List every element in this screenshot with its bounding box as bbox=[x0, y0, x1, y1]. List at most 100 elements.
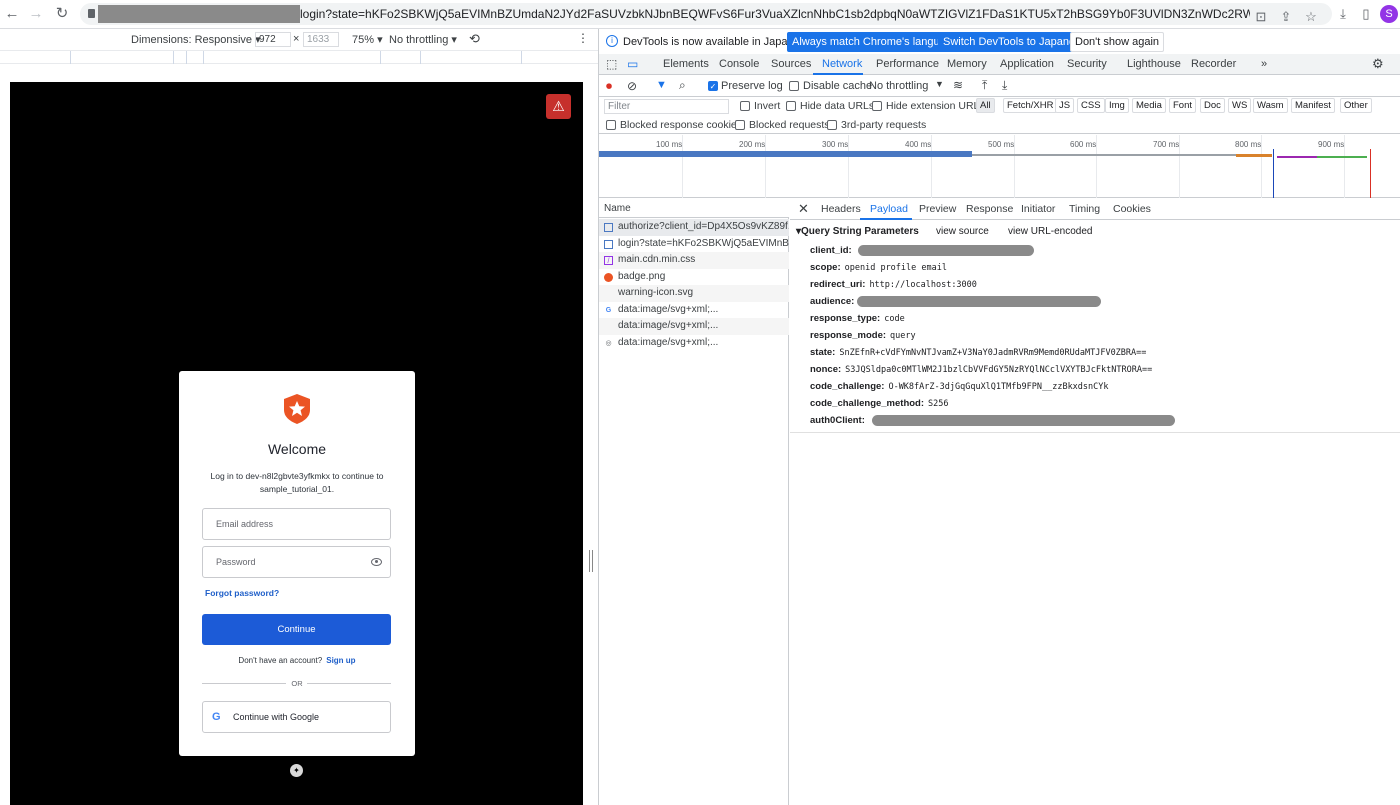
filter-type-media[interactable]: Media bbox=[1132, 98, 1166, 113]
request-row[interactable]: / main.cdn.min.css bbox=[599, 252, 789, 269]
media-query-ruler[interactable] bbox=[0, 50, 598, 65]
sign-up-link[interactable]: Sign up bbox=[326, 656, 355, 665]
download-icon[interactable]: ⤓ bbox=[1334, 5, 1352, 23]
filter-type-js[interactable]: JS bbox=[1055, 98, 1075, 113]
bookmark-star-icon[interactable]: ☆ bbox=[1302, 8, 1320, 26]
hide-extension-urls-checkbox[interactable] bbox=[872, 101, 882, 111]
lock-icon[interactable] bbox=[88, 9, 95, 18]
tab-response[interactable]: Response bbox=[966, 203, 1013, 215]
tab-preview[interactable]: Preview bbox=[919, 203, 956, 215]
always-match-language-button[interactable]: Always match Chrome's language bbox=[787, 32, 963, 52]
request-row[interactable]: ◎ data:image/svg+xml;... bbox=[599, 335, 789, 352]
height-input[interactable]: 1633 bbox=[303, 32, 339, 47]
import-har-icon[interactable]: ⤒ bbox=[982, 78, 987, 93]
disable-cache-checkbox[interactable] bbox=[789, 81, 799, 91]
filter-type-ws[interactable]: WS bbox=[1228, 98, 1252, 113]
translate-icon[interactable]: ⊡ bbox=[1252, 8, 1270, 26]
warning-icon[interactable]: ⚠ bbox=[546, 94, 571, 119]
tab-sources[interactable]: Sources bbox=[771, 58, 811, 70]
tab-timing[interactable]: Timing bbox=[1069, 203, 1100, 215]
tab-security[interactable]: Security bbox=[1067, 58, 1107, 70]
filter-bar-secondary: Blocked response cookies Blocked request… bbox=[599, 116, 1400, 134]
tab-console[interactable]: Console bbox=[719, 58, 759, 70]
record-icon[interactable]: ⏺ bbox=[606, 79, 612, 94]
filter-type-other[interactable]: Other bbox=[1340, 98, 1372, 113]
tab-initiator[interactable]: Initiator bbox=[1021, 203, 1055, 215]
switch-to-japanese-button[interactable]: Switch DevTools to Japanese bbox=[938, 32, 1092, 52]
dont-show-again-button[interactable]: Don't show again bbox=[1070, 32, 1165, 52]
request-row[interactable]: authorize?client_id=Dp4X5Os9vKZ89f... bbox=[599, 219, 789, 236]
network-overview-timeline[interactable]: 100 ms 200 ms 300 ms 400 ms 500 ms 600 m… bbox=[599, 135, 1400, 198]
close-detail-icon[interactable]: ✕ bbox=[798, 201, 809, 217]
network-throttling-select[interactable]: No throttling bbox=[869, 80, 928, 92]
inspect-element-icon[interactable]: ⬚ bbox=[606, 57, 617, 71]
viewport-resize-handle[interactable] bbox=[589, 550, 593, 572]
continue-with-google-button[interactable]: G Continue with Google bbox=[202, 701, 391, 733]
zoom-dropdown[interactable]: 75% ▾ bbox=[352, 33, 383, 46]
share-icon[interactable]: ⇪ bbox=[1277, 8, 1295, 26]
name-column-header[interactable]: Name bbox=[599, 199, 789, 218]
profile-avatar[interactable]: S bbox=[1380, 5, 1398, 23]
request-row[interactable]: G data:image/svg+xml;... bbox=[599, 302, 789, 319]
side-panel-icon[interactable]: ▯ bbox=[1357, 5, 1375, 23]
hide-data-urls-checkbox[interactable] bbox=[786, 101, 796, 111]
tab-performance[interactable]: Performance bbox=[876, 58, 939, 70]
forgot-password-link[interactable]: Forgot password? bbox=[205, 588, 279, 598]
filter-type-wasm[interactable]: Wasm bbox=[1253, 98, 1288, 113]
back-icon[interactable]: ← bbox=[2, 5, 22, 23]
password-field[interactable]: Password bbox=[202, 546, 391, 578]
request-row[interactable]: warning-icon.svg bbox=[599, 285, 789, 302]
more-options-icon[interactable]: ⋮ bbox=[577, 31, 589, 45]
filter-type-fetch-xhr[interactable]: Fetch/XHR bbox=[1003, 98, 1058, 113]
width-input[interactable]: 972 bbox=[255, 32, 291, 47]
tab-recorder[interactable]: Recorder bbox=[1191, 58, 1236, 70]
export-har-icon[interactable]: ⤓ bbox=[1002, 78, 1007, 93]
tab-application[interactable]: Application bbox=[1000, 58, 1054, 70]
filter-type-css[interactable]: CSS bbox=[1077, 98, 1105, 113]
device-toggle-icon[interactable]: ▭ bbox=[627, 57, 638, 71]
url-text[interactable]: login?state=hKFo2SBKWjQ5aEVIMnBZUmdaN2JY… bbox=[300, 7, 1250, 21]
blocked-requests-checkbox[interactable] bbox=[735, 120, 745, 130]
throttling-chevron-down-icon[interactable]: ▼ bbox=[935, 79, 944, 89]
tab-elements[interactable]: Elements bbox=[663, 58, 709, 70]
filter-funnel-icon[interactable]: ▼ bbox=[656, 79, 667, 91]
preserve-log-checkbox[interactable]: ✓ bbox=[708, 81, 718, 91]
param-name: state: bbox=[810, 347, 836, 358]
filter-type-manifest[interactable]: Manifest bbox=[1291, 98, 1335, 113]
tab-payload[interactable]: Payload bbox=[870, 203, 908, 215]
throttling-dropdown[interactable]: No throttling ▾ bbox=[389, 33, 457, 46]
address-bar[interactable]: login?state=hKFo2SBKWjQ5aEVIMnBZUmdaN2JY… bbox=[80, 3, 1332, 25]
third-party-requests-checkbox[interactable] bbox=[827, 120, 837, 130]
auth0-badge-icon[interactable]: ✦ bbox=[290, 764, 303, 777]
tab-memory[interactable]: Memory bbox=[947, 58, 987, 70]
blocked-response-cookies-checkbox[interactable] bbox=[606, 120, 616, 130]
network-conditions-wifi-icon[interactable]: ≋ bbox=[953, 78, 963, 92]
filter-input[interactable]: Filter bbox=[604, 99, 729, 114]
request-row[interactable]: login?state=hKFo2SBKWjQ5aEVIMnBZ... bbox=[599, 236, 789, 253]
tab-cookies[interactable]: Cookies bbox=[1113, 203, 1151, 215]
invert-checkbox[interactable] bbox=[740, 101, 750, 111]
more-tabs-chevron[interactable]: » bbox=[1261, 58, 1267, 70]
request-row[interactable]: badge.png bbox=[599, 269, 789, 286]
clear-icon[interactable]: ⊘ bbox=[627, 79, 637, 93]
dimensions-dropdown[interactable]: Dimensions: Responsive ▾ bbox=[131, 33, 261, 46]
query-string-parameters-header[interactable]: ▾Query String Parameters bbox=[796, 226, 919, 237]
filter-type-all[interactable]: All bbox=[976, 98, 995, 113]
filter-type-doc[interactable]: Doc bbox=[1200, 98, 1225, 113]
view-source-link[interactable]: view source bbox=[936, 226, 989, 237]
filter-type-font[interactable]: Font bbox=[1169, 98, 1197, 113]
reload-icon[interactable]: ↻ bbox=[52, 5, 72, 23]
continue-button[interactable]: Continue bbox=[202, 614, 391, 645]
tab-headers[interactable]: Headers bbox=[821, 203, 861, 215]
email-field[interactable]: Email address bbox=[202, 508, 391, 540]
forward-icon[interactable]: → bbox=[26, 5, 46, 23]
request-row[interactable]: data:image/svg+xml;... bbox=[599, 318, 789, 335]
search-icon[interactable]: ⌕ bbox=[679, 78, 686, 93]
settings-gear-icon[interactable]: ⚙ bbox=[1372, 56, 1384, 72]
tab-lighthouse[interactable]: Lighthouse bbox=[1127, 58, 1181, 70]
tab-network[interactable]: Network bbox=[822, 58, 862, 70]
rotate-icon[interactable]: ⟲ bbox=[469, 31, 480, 47]
view-url-encoded-link[interactable]: view URL-encoded bbox=[1008, 226, 1093, 237]
filter-type-img[interactable]: Img bbox=[1105, 98, 1129, 113]
show-password-eye-icon[interactable] bbox=[371, 558, 382, 566]
